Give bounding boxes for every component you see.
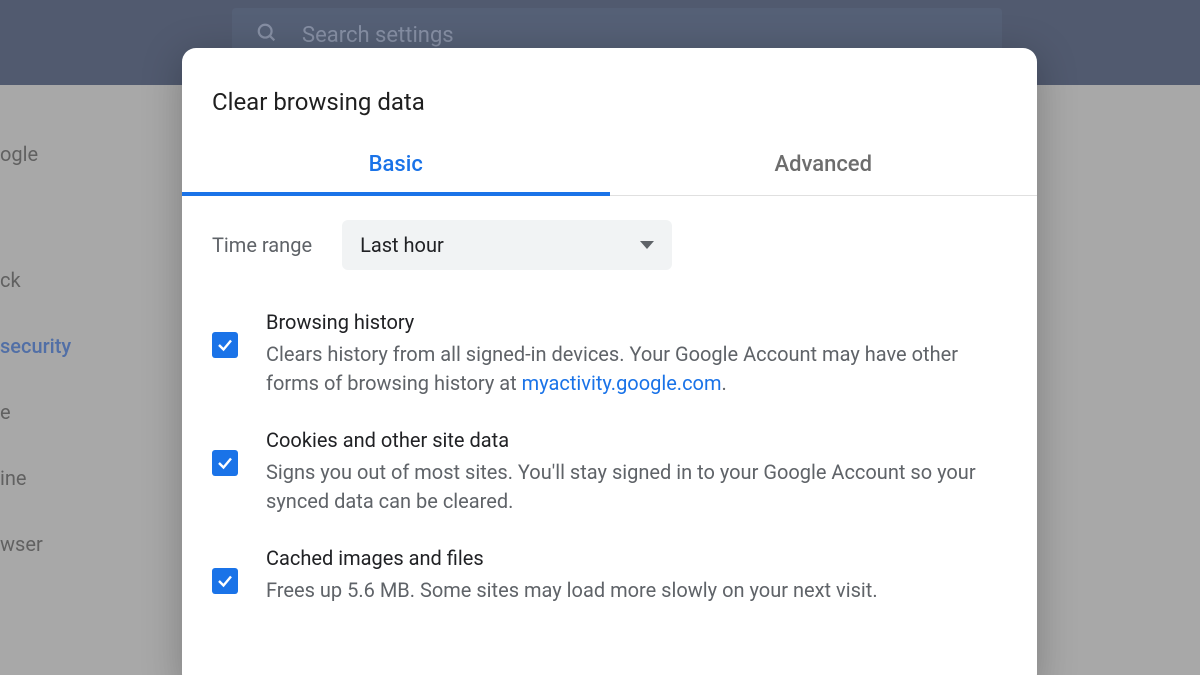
- sidebar-item-privacy-security[interactable]: security: [0, 313, 185, 379]
- time-range-row: Time range Last hour: [182, 196, 1037, 294]
- option-title: Cookies and other site data: [266, 426, 997, 455]
- option-desc: Clears history from all signed-in device…: [266, 340, 997, 398]
- option-browsing-history: Browsing history Clears history from all…: [182, 294, 1037, 412]
- option-desc: Frees up 5.6 MB. Some sites may load mor…: [266, 576, 878, 605]
- time-range-value: Last hour: [360, 233, 444, 257]
- option-cookies: Cookies and other site data Signs you ou…: [182, 412, 1037, 530]
- tab-basic[interactable]: Basic: [182, 142, 610, 195]
- option-desc: Signs you out of most sites. You'll stay…: [266, 458, 997, 516]
- sidebar-item[interactable]: wser: [0, 511, 185, 577]
- chevron-down-icon: [640, 241, 654, 249]
- dialog-tabs: Basic Advanced: [182, 142, 1037, 196]
- search-placeholder: Search settings: [302, 23, 454, 48]
- checkbox-cache[interactable]: [212, 568, 238, 594]
- time-range-label: Time range: [212, 233, 312, 257]
- sidebar-item[interactable]: ck: [0, 247, 185, 313]
- checkbox-browsing-history[interactable]: [212, 332, 238, 358]
- sidebar-item[interactable]: e: [0, 379, 185, 445]
- option-title: Cached images and files: [266, 544, 878, 573]
- option-cache: Cached images and files Frees up 5.6 MB.…: [182, 530, 1037, 619]
- sidebar-item[interactable]: ine: [0, 445, 185, 511]
- sidebar-item[interactable]: ogle: [0, 121, 185, 187]
- clear-browsing-data-dialog: Clear browsing data Basic Advanced Time …: [182, 48, 1037, 675]
- time-range-select[interactable]: Last hour: [342, 220, 672, 270]
- settings-sidebar: ogle ck security e ine wser: [0, 85, 185, 675]
- search-icon: [256, 22, 278, 50]
- tab-advanced[interactable]: Advanced: [610, 142, 1038, 195]
- checkbox-cookies[interactable]: [212, 450, 238, 476]
- myactivity-link[interactable]: myactivity.google.com: [522, 371, 722, 395]
- option-title: Browsing history: [266, 308, 997, 337]
- dialog-title: Clear browsing data: [182, 88, 1037, 142]
